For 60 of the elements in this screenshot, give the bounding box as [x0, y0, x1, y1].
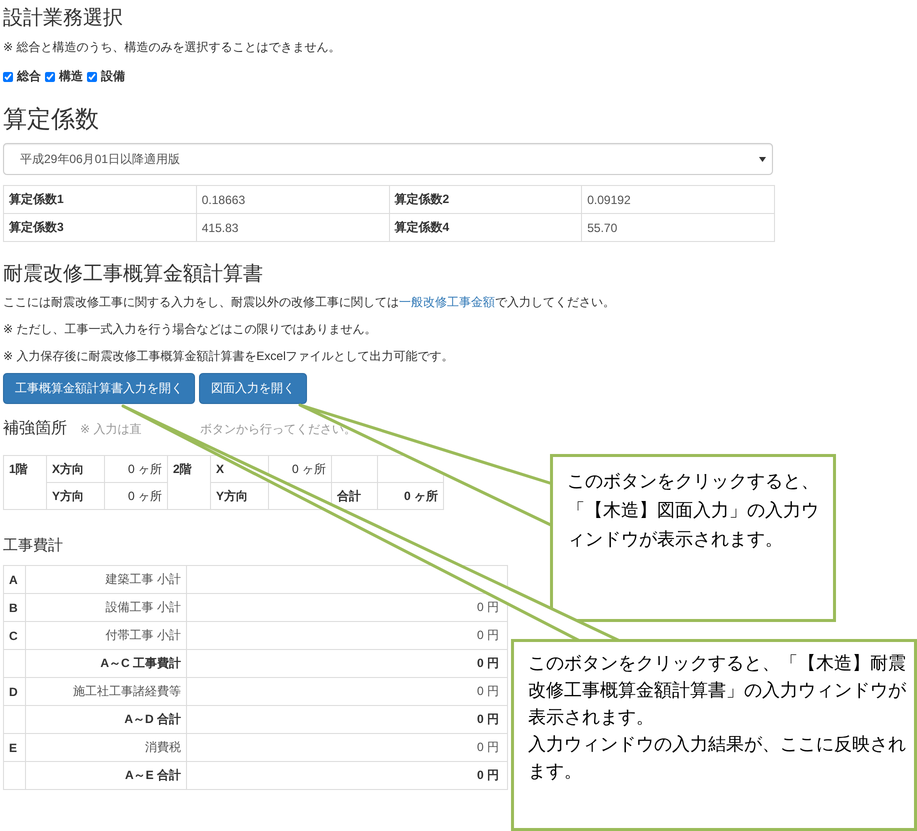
table-cell: 0 円 [476, 740, 499, 754]
table-cell: 建築工事 小計 [106, 572, 181, 586]
note-text: ※ ただし、工事一式入力を行う場合などはこの限りではありません。 [3, 321, 378, 338]
table-cell: 1階 [4, 456, 46, 510]
table-cell: D [9, 684, 18, 698]
callout-text: 入力ウィンドウの入力結果が、ここに反映されます。 [528, 733, 907, 783]
checkbox[interactable] [45, 72, 55, 82]
table-cell: 0 ヶ所 [104, 456, 168, 482]
table-cell: 55.70 [582, 214, 774, 242]
table-cell: Y方向 [46, 482, 104, 510]
open-button[interactable]: 工事概算金額計算書入力を開く [3, 373, 195, 404]
table-cell: C [9, 628, 18, 642]
intro-text: ここには耐震改修工事に関する入力をし、耐震以外の改修工事に関しては一般改修工事金額で入力してください。 [3, 294, 616, 311]
open-button[interactable]: 図面入力を開く [199, 373, 307, 404]
note-text: ボタンから行ってください。 [200, 421, 356, 438]
table-cell: 付帯工事 小計 [106, 628, 181, 642]
section-heading: 補強箇所 [3, 418, 68, 439]
table-cell: Y方向 [210, 482, 268, 510]
section-heading: 耐震改修工事概算金額計算書 [3, 262, 263, 287]
note-text: ※ 総合と構造のうち、構造のみを選択することはできません。 [3, 39, 342, 56]
table-cell: A [9, 572, 18, 586]
table-cell: 消費税 [145, 740, 181, 754]
table-cell: 算定係数2 [389, 186, 582, 214]
table-cell: 2階 [168, 456, 210, 510]
table-cell: B [9, 600, 18, 614]
table-cell: 算定係数1 [4, 186, 196, 214]
caret-icon [759, 156, 766, 162]
note-text: ※ 入力保存後に耐震改修工事概算金額計算書をExcelファイルとして出力可能です。 [3, 348, 455, 365]
checkbox-label: 総合 [17, 68, 41, 85]
callout-text: このボタンをクリックすると、「【木造】図面入力」の入力ウィンドウが表示されます。 [567, 470, 820, 551]
checkbox-label: 構造 [59, 68, 83, 85]
link[interactable]: 一般改修工事金額 [399, 295, 495, 309]
table-cell: 0 ヶ所 [378, 482, 444, 510]
table-cell: X方向 [46, 456, 104, 482]
table-cell: 0.18663 [196, 186, 389, 214]
table-cell: 0 円 [476, 684, 499, 698]
checkbox[interactable] [87, 72, 97, 82]
table-cell: A～D 合計 [124, 712, 181, 726]
checkbox[interactable] [3, 72, 13, 82]
table-cell: 施工社工事諸経費等 [73, 684, 181, 698]
table-cell: 0 円 [476, 712, 499, 726]
version-select[interactable]: 平成29年06月01日以降適用版 [3, 143, 773, 175]
table-cell: E [9, 740, 18, 754]
section-heading: 算定係数 [3, 105, 99, 133]
note-text: ※ 入力は直 [80, 421, 142, 438]
table-cell: 0.09192 [582, 186, 774, 214]
table-cell: 0 円 [476, 768, 499, 782]
table-cell: 0 円 [476, 600, 499, 614]
table-cell: 算定係数4 [389, 214, 582, 242]
callout-text: このボタンをクリックすると、「【木造】耐震改修工事概算金額計算書」の入力ウィンドウが表示されます。 [528, 652, 908, 729]
table-cell: A～E 合計 [124, 768, 181, 782]
table-cell: 415.83 [196, 214, 389, 242]
table-cell: 設備工事 小計 [106, 600, 181, 614]
table-cell: A～C 工事費計 [100, 656, 181, 670]
table-cell: 0 円 [476, 628, 499, 642]
table-cell: 算定係数3 [4, 214, 196, 242]
section-heading: 工事費計 [3, 536, 63, 556]
checkbox-label: 設備 [101, 68, 125, 85]
section-heading: 設計業務選択 [3, 6, 123, 30]
table-cell: 0 円 [476, 656, 499, 670]
